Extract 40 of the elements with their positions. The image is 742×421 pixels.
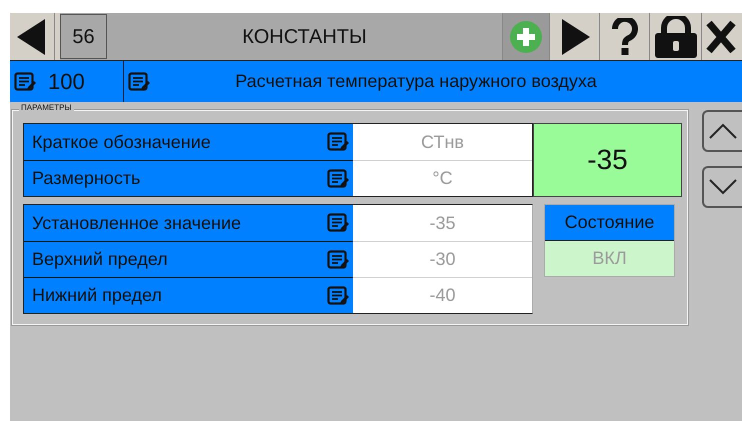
back-button[interactable] bbox=[10, 13, 55, 60]
play-icon bbox=[560, 18, 590, 54]
close-icon bbox=[706, 20, 736, 54]
parameter-label: Верхний предел bbox=[24, 242, 353, 277]
left-triangle-icon bbox=[17, 18, 47, 54]
plus-icon bbox=[509, 20, 543, 54]
parameter-value: °C bbox=[353, 160, 532, 196]
scroll-up-button[interactable] bbox=[702, 110, 742, 152]
edit-list-icon[interactable] bbox=[128, 72, 150, 92]
parameter-number-text: 100 bbox=[48, 68, 85, 96]
scroll-down-button[interactable] bbox=[702, 166, 742, 208]
screen-title: КОНСТАНТЫ bbox=[241, 24, 368, 50]
edit-list-icon[interactable] bbox=[327, 286, 349, 306]
status-label: Состояние bbox=[545, 205, 674, 241]
play-button[interactable] bbox=[550, 13, 600, 60]
parameter-label: Размерность bbox=[24, 161, 353, 196]
help-button[interactable] bbox=[600, 13, 650, 60]
edit-list-icon[interactable] bbox=[14, 72, 36, 92]
status-value: ВКЛ bbox=[545, 241, 674, 276]
parameter-label: Установленное значение bbox=[24, 205, 353, 241]
parameter-value: СТнв bbox=[353, 124, 532, 160]
parameter-name: Расчетная температура наружного воздуха bbox=[234, 70, 598, 93]
lock-button[interactable] bbox=[650, 13, 702, 60]
chevron-up-icon bbox=[709, 123, 737, 139]
parameter-label: Краткое обозначение bbox=[24, 124, 353, 160]
parameter-value: -30 bbox=[353, 241, 532, 277]
chevron-down-icon bbox=[709, 179, 737, 195]
edit-list-icon[interactable] bbox=[327, 168, 349, 188]
edit-list-icon[interactable] bbox=[327, 132, 349, 152]
screen-number: 56 bbox=[60, 14, 107, 59]
lock-icon bbox=[652, 16, 698, 58]
parameter-value: -40 bbox=[353, 277, 532, 313]
panel-legend: ПАРАМЕТРЫ bbox=[19, 104, 74, 112]
parameter-label: Нижний предел bbox=[24, 278, 353, 313]
edit-list-icon[interactable] bbox=[327, 213, 349, 233]
parameter-value: -35 bbox=[353, 205, 532, 241]
current-value-display: -35 bbox=[533, 123, 682, 197]
edit-list-icon[interactable] bbox=[327, 250, 349, 270]
close-button[interactable] bbox=[702, 13, 742, 60]
question-icon bbox=[612, 18, 638, 56]
